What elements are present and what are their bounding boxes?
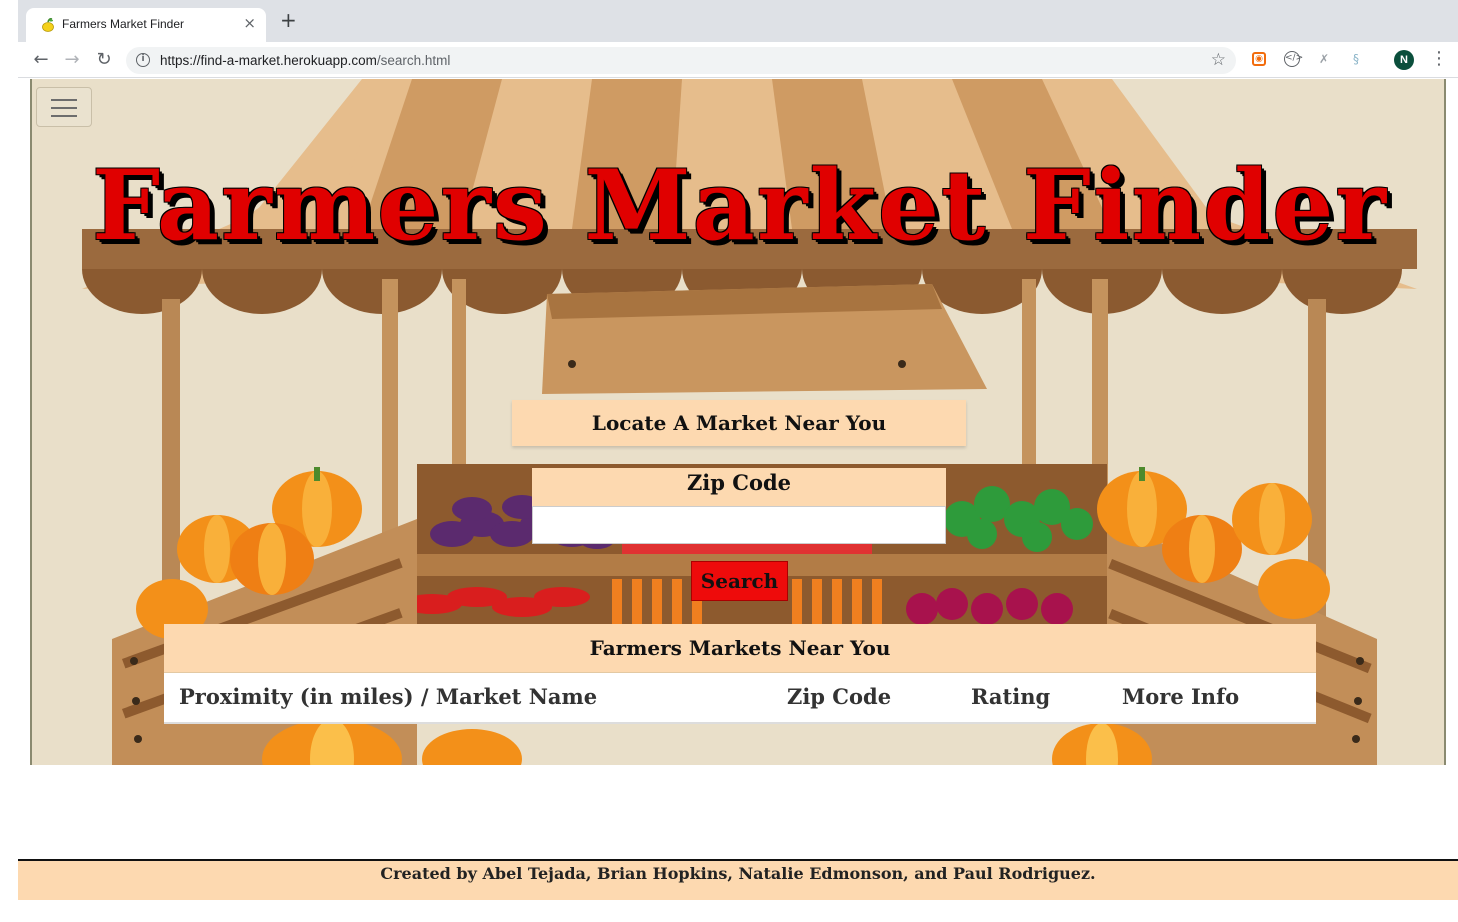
column-zip-code: Zip Code — [787, 684, 892, 709]
new-tab-button[interactable]: + — [280, 10, 297, 30]
column-rating: Rating — [971, 684, 1051, 709]
extension-circle-icon[interactable]: </> — [1284, 51, 1303, 67]
url-host: https://find-a-market.herokuapp.com — [160, 53, 377, 68]
extension-orange-icon[interactable]: ◉ — [1252, 52, 1266, 66]
locate-heading: Locate A Market Near You — [512, 400, 966, 446]
results-heading: Farmers Markets Near You — [164, 624, 1316, 673]
hero-section: Farmers Market Finder Locate A Market Ne… — [30, 79, 1446, 765]
search-button[interactable]: Search — [691, 561, 788, 601]
browser-tab-bar: Farmers Market Finder × + — [18, 0, 1458, 42]
forward-arrow-icon[interactable]: → — [61, 49, 83, 71]
zip-code-label: Zip Code — [532, 468, 946, 506]
zip-code-input[interactable] — [532, 506, 946, 544]
lemon-favicon-icon — [42, 18, 54, 32]
results-table: Farmers Markets Near You Proximity (in m… — [164, 624, 1316, 724]
results-header-row: Proximity (in miles) / Market Name Zip C… — [164, 673, 1316, 724]
url-path: /search.html — [376, 53, 451, 68]
bookmark-star-icon[interactable]: ☆ — [1211, 50, 1226, 70]
column-more-info: More Info — [1122, 684, 1240, 709]
hamburger-line-icon — [51, 99, 77, 101]
page-footer: Created by Abel Tejada, Brian Hopkins, N… — [18, 859, 1458, 900]
page-title: Farmers Market Finder — [92, 149, 1388, 262]
browser-toolbar: ← → ↻ i https://find-a-market.herokuapp.… — [18, 42, 1458, 78]
tab-title: Farmers Market Finder — [62, 17, 185, 31]
url-text: https://find-a-market.herokuapp.com/sear… — [160, 53, 450, 68]
site-info-icon[interactable]: i — [136, 53, 150, 67]
nav-menu-toggle-button[interactable] — [36, 87, 92, 127]
reload-icon[interactable]: ↻ — [93, 49, 115, 71]
hamburger-line-icon — [51, 107, 77, 109]
browser-tab[interactable]: Farmers Market Finder × — [26, 8, 266, 42]
browser-menu-icon[interactable]: ⋮ — [1430, 48, 1448, 69]
close-tab-icon[interactable]: × — [243, 14, 256, 32]
hamburger-line-icon — [51, 115, 77, 117]
profile-avatar[interactable]: N — [1394, 50, 1414, 70]
column-proximity: Proximity (in miles) / Market Name — [179, 684, 598, 709]
back-arrow-icon[interactable]: ← — [30, 49, 52, 71]
extension-x-icon[interactable]: ✗ — [1316, 51, 1332, 67]
address-bar[interactable]: i https://find-a-market.herokuapp.com/se… — [126, 47, 1236, 74]
extension-link-icon[interactable]: § — [1348, 51, 1364, 67]
